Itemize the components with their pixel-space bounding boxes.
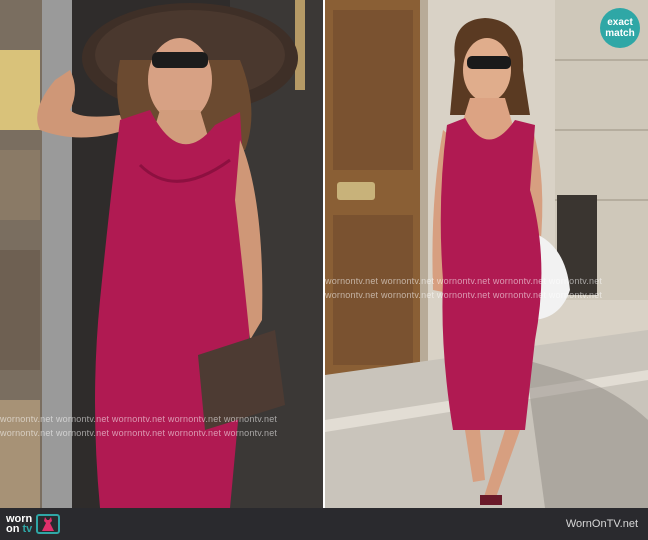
watermark-right-row1: wornontv.net wornontv.net wornontv.net w…	[325, 276, 603, 286]
dress-shape	[95, 110, 252, 508]
watermark-right-row2: wornontv.net wornontv.net wornontv.net w…	[325, 290, 603, 300]
dress-shape-right	[440, 118, 542, 430]
right-scene	[325, 0, 648, 508]
footer-bar: worn on tv WornOnTV.net	[0, 508, 648, 540]
right-photo: wornontv.net wornontv.net wornontv.net w…	[325, 0, 648, 508]
badge-line1: exact	[607, 17, 633, 28]
logo-wordmark: worn on tv	[6, 514, 33, 535]
dress-icon-glyph	[42, 517, 55, 531]
logo-tv: tv	[22, 523, 33, 535]
badge-line2: match	[605, 28, 635, 39]
exact-match-badge: exact match	[600, 8, 640, 48]
watermark-left-row2: wornontv.net wornontv.net wornontv.net w…	[0, 428, 278, 438]
left-photo: wornontv.net wornontv.net wornontv.net w…	[0, 0, 323, 508]
watermark-left-row1: wornontv.net wornontv.net wornontv.net w…	[0, 414, 278, 424]
wornontv-logo[interactable]: worn on tv	[6, 512, 61, 536]
logo-on: on	[6, 523, 20, 535]
site-name: WornOnTV.net	[565, 518, 638, 530]
dress-icon	[36, 514, 61, 534]
